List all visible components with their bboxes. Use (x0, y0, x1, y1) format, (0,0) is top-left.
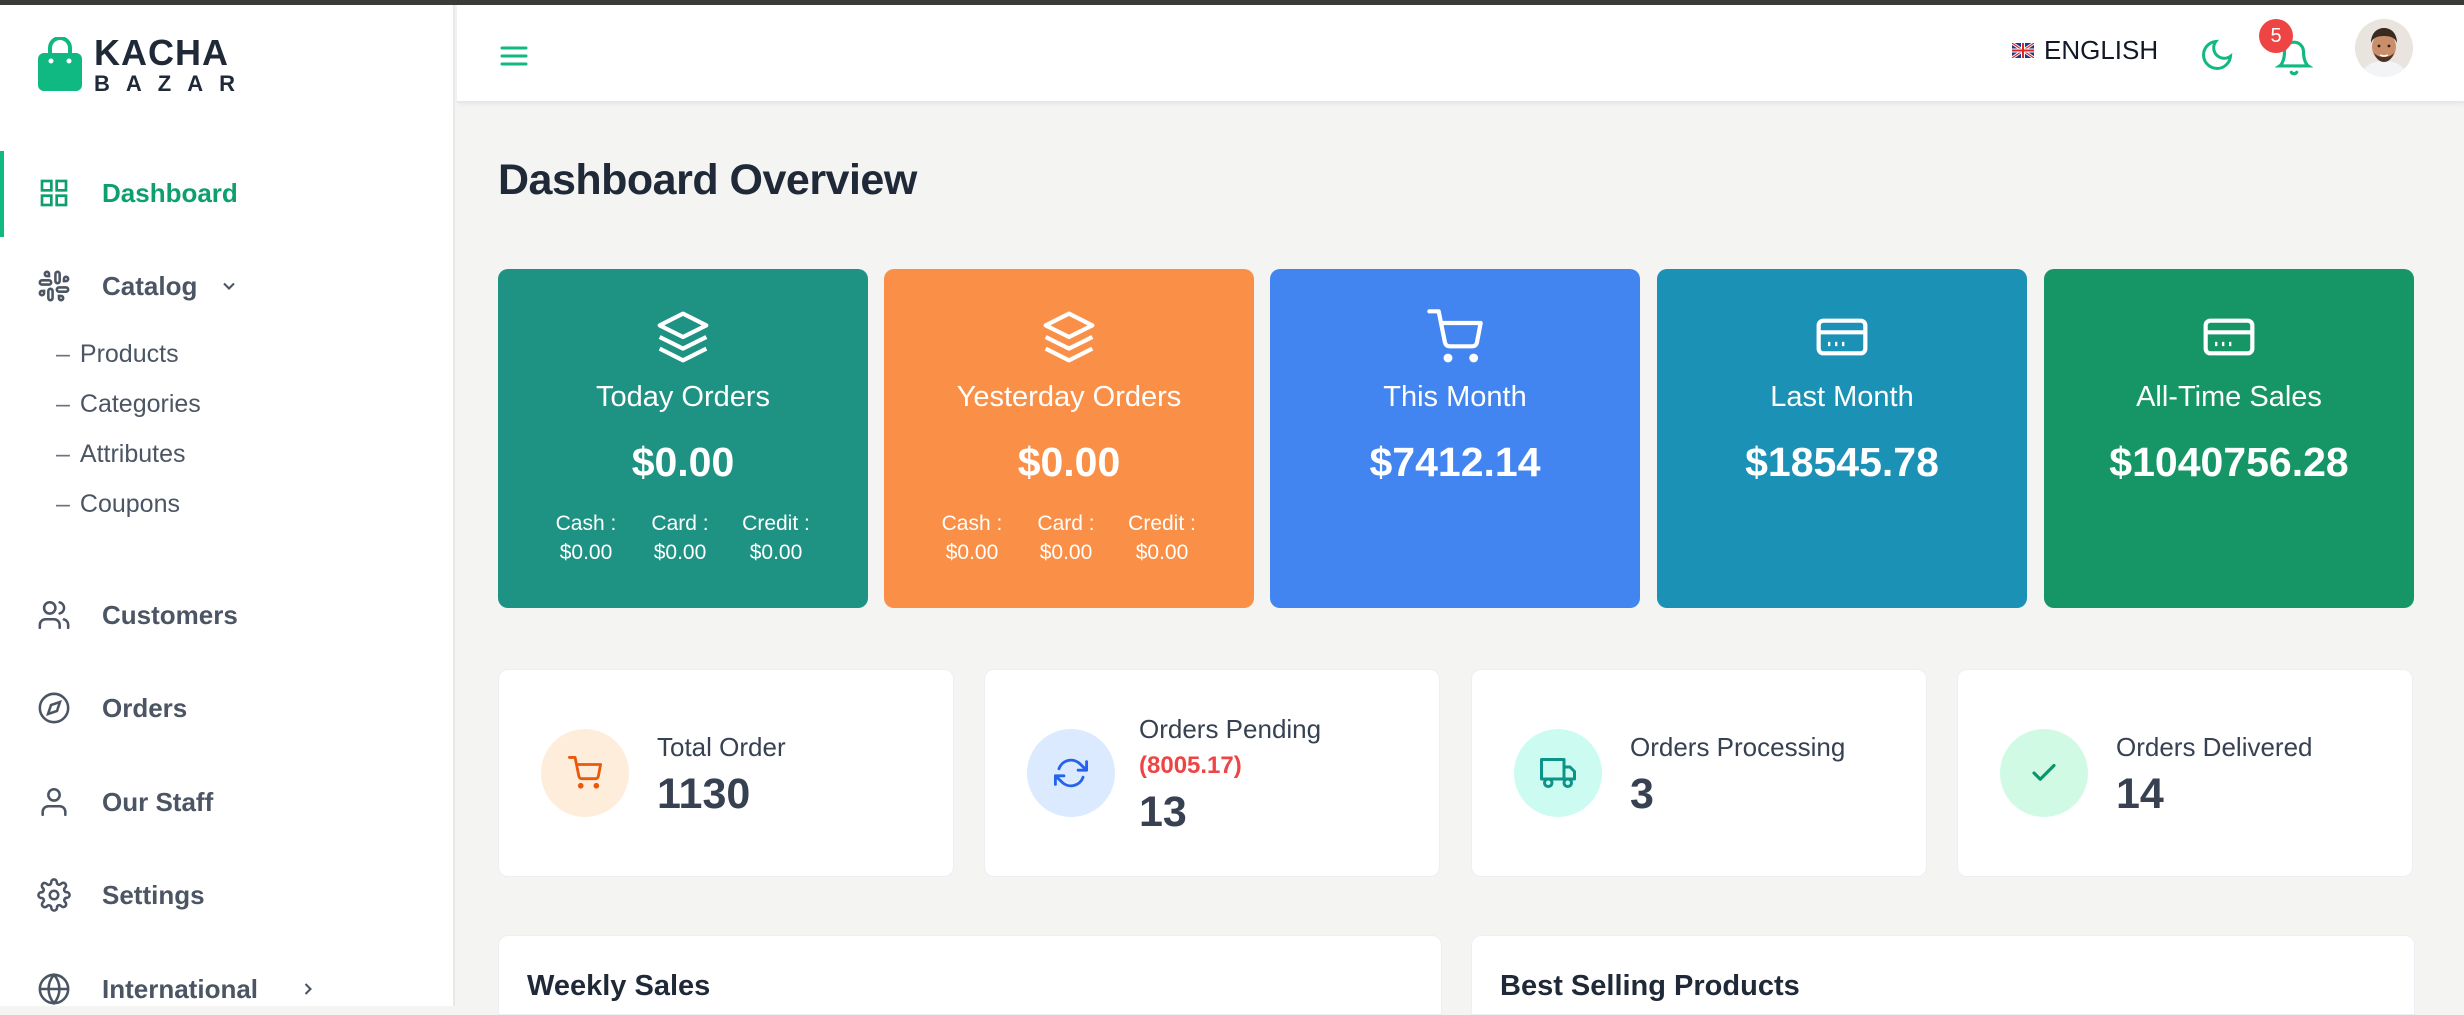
stat-card-value: $1040756.28 (2109, 439, 2349, 485)
breakdown-cash: Cash : $0.00 (941, 512, 1003, 564)
cart-icon (541, 729, 629, 817)
mini-card-total-order: Total Order 1130 (498, 669, 954, 877)
stat-card-yesterday-orders: Yesterday Orders $0.00 Cash : $0.00 Card … (884, 269, 1254, 608)
breakdown-card: Card : $0.00 (1037, 512, 1095, 564)
stat-card-this-month: This Month $7412.14 (1270, 269, 1640, 608)
stat-card-today-orders: Today Orders $0.00 Cash : $0.00 Card : $0.… (498, 269, 868, 608)
grid-icon (36, 175, 72, 211)
globe-icon (36, 971, 72, 1007)
stat-card-title: This Month (1383, 381, 1527, 413)
truck-icon (1514, 729, 1602, 817)
breakdown-credit: Credit : $0.00 (1128, 512, 1196, 564)
credit-card-icon (2201, 309, 2257, 365)
panel-title: Best Selling Products (1500, 970, 1800, 1002)
brand-name-top: KACHA (94, 32, 229, 73)
breakdown-card: Card : $0.00 (651, 512, 709, 564)
chevron-down-icon[interactable] (219, 276, 239, 296)
active-indicator (0, 151, 4, 237)
notification-count-badge: 5 (2259, 19, 2293, 53)
mini-card-orders-processing: Orders Processing 3 (1471, 669, 1927, 877)
best-selling-products-panel: Best Selling Products (1471, 935, 2415, 1015)
sidebar-item-label: Catalog (102, 270, 198, 301)
mini-card-label: Orders Processing (1630, 732, 1846, 762)
sidebar-subitem-categories[interactable]: – Categories (56, 390, 201, 419)
mini-card-value: 3 (1630, 770, 1654, 818)
chevron-right-icon[interactable] (298, 979, 318, 999)
mini-card-value: 14 (2116, 770, 2164, 818)
stat-card-title: Today Orders (595, 381, 771, 413)
mini-card-orders-delivered: Orders Delivered 14 (1957, 669, 2413, 877)
stat-card-value: $18545.78 (1745, 439, 1939, 485)
mini-card-label: Orders Delivered (2116, 732, 2313, 762)
sidebar-item-dashboard[interactable]: Dashboard (36, 175, 238, 211)
refresh-icon (1027, 729, 1115, 817)
sidebar-subitem-attributes[interactable]: – Attributes (56, 440, 186, 469)
sidebar-item-customers[interactable]: Customers (36, 597, 238, 633)
sidebar-item-international[interactable]: International (36, 971, 318, 1007)
users-icon (36, 597, 72, 633)
check-icon (2000, 729, 2088, 817)
compass-icon (36, 690, 72, 726)
panel-title: Weekly Sales (527, 970, 711, 1002)
sidebar-item-label: Our Staff (102, 786, 214, 817)
dark-mode-toggle-icon[interactable] (2199, 37, 2235, 73)
breakdown-cash: Cash : $0.00 (555, 512, 617, 564)
sidebar-subitem-products[interactable]: – Products (56, 340, 179, 369)
sidebar-subitem-coupons[interactable]: – Coupons (56, 490, 180, 519)
stat-card-title: All-Time Sales (2136, 381, 2322, 413)
pending-amount: (8005.17) (1139, 752, 1242, 779)
language-label: ENGLISH (2044, 35, 2159, 65)
sidebar-item-catalog[interactable]: Catalog (36, 268, 239, 304)
cart-icon (1427, 309, 1483, 365)
user-icon (36, 784, 72, 820)
slack-icon (36, 268, 72, 304)
sidebar-item-our-staff[interactable]: Our Staff (36, 784, 213, 820)
brand-name-bottom: BAZAR (94, 71, 251, 96)
mini-card-label: Total Order (657, 732, 786, 762)
weekly-sales-panel: Weekly Sales (498, 935, 1442, 1015)
page-title: Dashboard Overview (498, 156, 917, 204)
mini-card-value: 13 (1139, 788, 1187, 836)
breakdown-credit: Credit : $0.00 (742, 512, 810, 564)
uk-flag-icon (2011, 41, 2035, 60)
sidebar-item-label: Dashboard (102, 177, 238, 208)
shopping-bag-icon (36, 36, 84, 93)
sidebar-item-orders[interactable]: Orders (36, 690, 187, 726)
layers-icon (655, 309, 711, 365)
top-header: ENGLISH 5 (457, 5, 2464, 103)
mini-card-label: Orders Pending (1139, 714, 1322, 744)
gear-icon (36, 877, 72, 913)
sidebar-item-label: Settings (102, 879, 205, 910)
stat-card-value: $7412.14 (1369, 439, 1541, 485)
language-selector[interactable]: ENGLISH (2011, 35, 2159, 66)
sidebar-item-settings[interactable]: Settings (36, 877, 205, 913)
menu-toggle-icon[interactable] (499, 43, 529, 69)
layers-icon (1041, 309, 1097, 365)
sidebar-item-label: Orders (102, 692, 188, 723)
credit-card-icon (1814, 309, 1870, 365)
stat-card-title: Yesterday Orders (956, 381, 1182, 413)
stat-card-value: $0.00 (631, 439, 735, 485)
stat-card-title: Last Month (1770, 381, 1914, 413)
stat-card-last-month: Last Month $18545.78 (1657, 269, 2027, 608)
stat-card-all-time-sales: All-Time Sales $1040756.28 (2044, 269, 2414, 608)
user-avatar[interactable] (2355, 19, 2413, 77)
stat-card-value: $0.00 (1017, 439, 1121, 485)
sidebar-item-label: International (102, 973, 259, 1004)
brand-logo[interactable]: KACHA BAZAR (36, 35, 251, 95)
sidebar: KACHA BAZAR Dashboard Catalog – Products… (0, 5, 455, 1006)
sidebar-item-label: Customers (102, 599, 238, 630)
window-top-border (0, 0, 2464, 5)
mini-card-orders-pending: Orders Pending (8005.17) 13 (984, 669, 1440, 877)
mini-card-value: 1130 (657, 770, 751, 818)
